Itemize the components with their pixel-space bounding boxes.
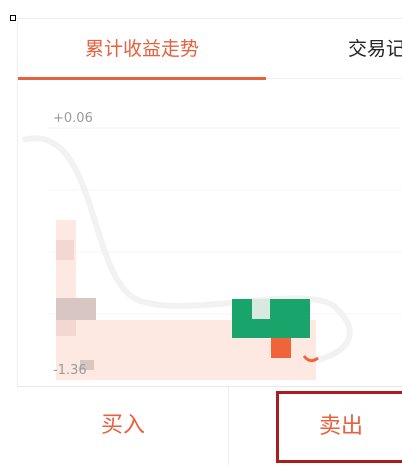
action-bar: 买入 卖出	[18, 387, 402, 465]
area-pixel	[56, 240, 74, 260]
tab-cumulative-return[interactable]: 累计收益走势	[18, 19, 266, 80]
action-divider	[228, 387, 229, 465]
tab-cumulative-return-label: 累计收益走势	[84, 38, 199, 60]
selection-handle-icon[interactable]	[10, 15, 16, 21]
tab-trade-records-label: 交易记	[348, 38, 402, 60]
area-pixel	[56, 298, 96, 320]
cumulative-return-chart: +0.06 -1.36	[18, 80, 402, 386]
tab-trade-records[interactable]: 交易记	[348, 19, 402, 79]
sell-button[interactable]: 卖出	[276, 391, 402, 463]
negative-bar	[271, 338, 291, 358]
y-tick-label-bottom: -1.36	[53, 363, 87, 378]
buy-button[interactable]: 买入	[18, 387, 228, 465]
tab-bar: 累计收益走势 交易记	[18, 18, 402, 80]
positive-bar-highlight	[252, 299, 270, 319]
positive-bar	[232, 299, 310, 338]
area-pixel	[56, 320, 76, 336]
y-tick-label-top: +0.06	[53, 111, 93, 126]
